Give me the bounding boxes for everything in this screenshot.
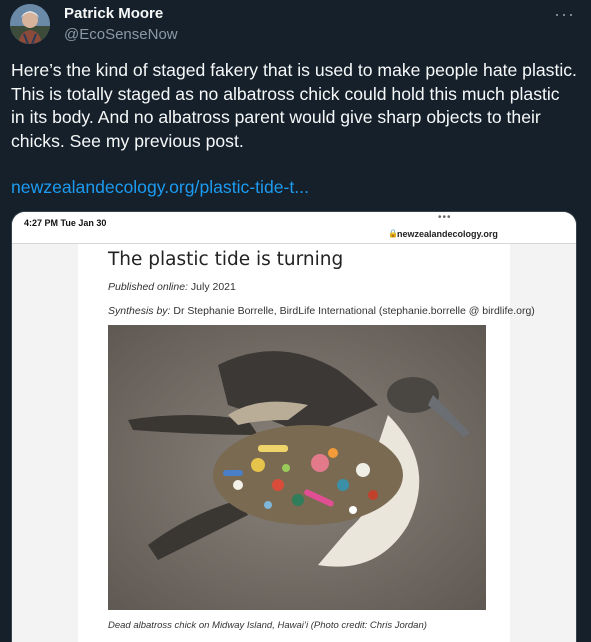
photo-caption: Dead albatross chick on Midway Island, H… <box>108 620 427 631</box>
published-value: July 2021 <box>190 281 236 293</box>
tweet-text: Here’s the kind of staged fakery that is… <box>11 60 577 151</box>
published-label: Published online: <box>108 281 188 293</box>
avatar-image <box>10 4 50 44</box>
page-gutter-right <box>510 244 576 642</box>
tweet: Patrick Moore @EcoSenseNow ··· Here’s th… <box>0 0 591 642</box>
browser-url: newzealandecology.org <box>397 229 498 239</box>
synthesis-label: Synthesis by: <box>108 305 171 317</box>
avatar[interactable] <box>10 4 50 44</box>
divider <box>12 243 576 244</box>
article-published: Published online: July 2021 <box>108 281 236 293</box>
page-gutter-left <box>12 244 78 642</box>
article-title: The plastic tide is turning <box>108 249 344 270</box>
more-dots-icon[interactable]: ··· <box>554 4 575 25</box>
author-name[interactable]: Patrick Moore <box>64 5 163 22</box>
article-synthesis: Synthesis by: Dr Stephanie Borrelle, Bir… <box>108 305 535 317</box>
status-time: 4:27 PM Tue Jan 30 <box>24 218 107 228</box>
tweet-media[interactable]: 4:27 PM Tue Jan 30 ••• 🔒 newzealandecolo… <box>11 211 577 642</box>
status-bar: 4:27 PM Tue Jan 30 ••• 🔒 newzealandecolo… <box>12 212 576 244</box>
tweet-link[interactable]: newzealandecology.org/plastic-tide-t... <box>11 177 309 198</box>
browser-dots-icon: ••• <box>438 212 452 223</box>
synthesis-value: Dr Stephanie Borrelle, BirdLife Internat… <box>173 305 535 317</box>
albatross-photo <box>108 325 486 610</box>
author-handle[interactable]: @EcoSenseNow <box>64 26 178 43</box>
